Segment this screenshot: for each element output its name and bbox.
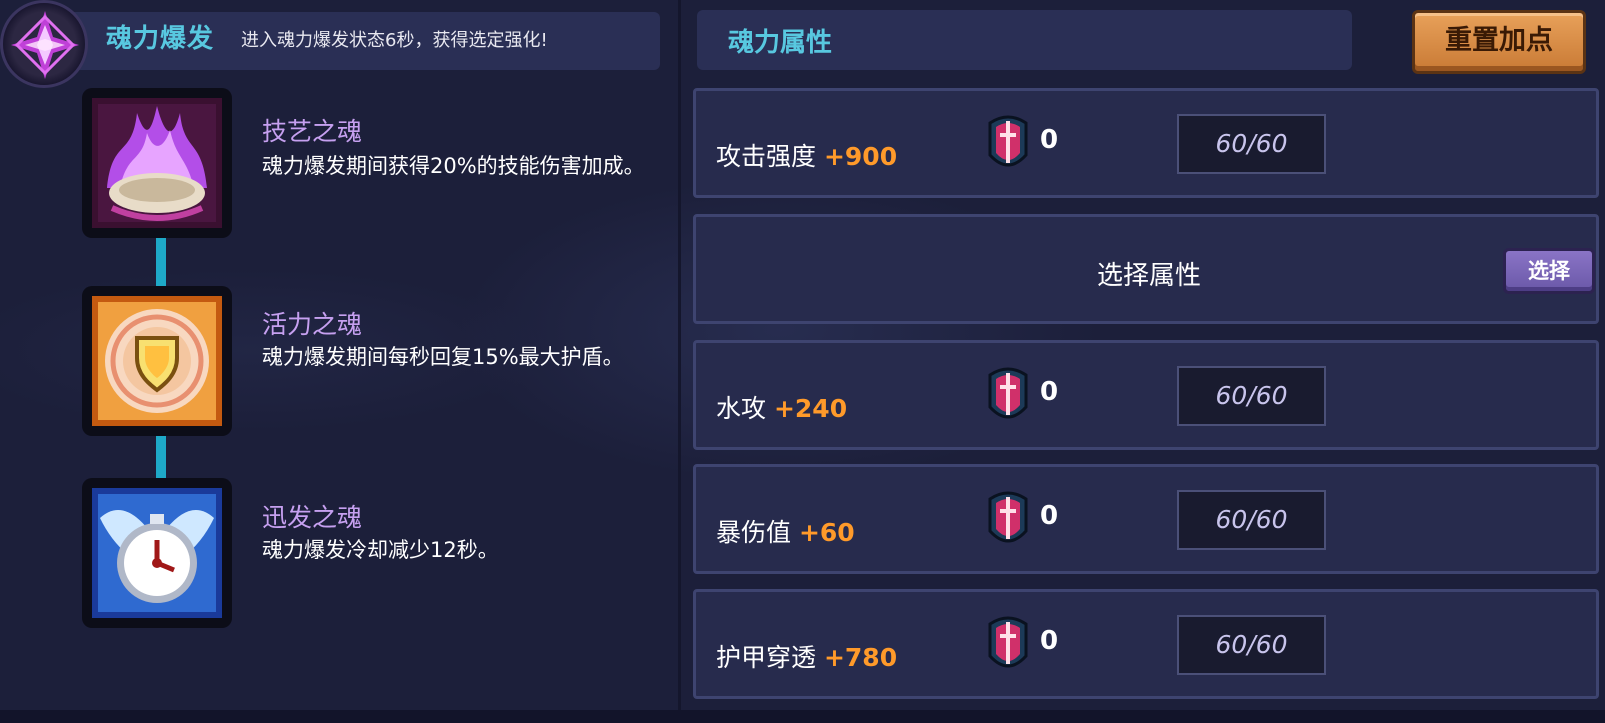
attribute-name: 水攻 bbox=[716, 394, 767, 423]
attribute-row-attack: 攻击强度 +900 0 60/60 bbox=[693, 88, 1599, 198]
attribute-label: 护甲穿透 +780 bbox=[716, 638, 897, 674]
soul-gem-icon bbox=[984, 365, 1032, 425]
soul-gem-icon bbox=[984, 614, 1032, 674]
attribute-cap: 60/60 bbox=[1177, 490, 1326, 550]
talent-description: 魂力爆发期间每秒回复15%最大护盾。 bbox=[262, 345, 624, 369]
talent-name: 技艺之魂 bbox=[262, 117, 363, 146]
soul-gem-icon bbox=[984, 489, 1032, 549]
panel-divider bbox=[678, 0, 681, 710]
attribute-name: 攻击强度 bbox=[716, 142, 817, 171]
select-attribute-label: 选择属性 bbox=[1096, 261, 1201, 291]
talent-skill-soul[interactable] bbox=[82, 88, 232, 238]
purple-flame-icon bbox=[92, 98, 222, 228]
choose-button[interactable]: 选择 bbox=[1503, 248, 1595, 294]
soul-burst-icon[interactable] bbox=[0, 0, 88, 88]
chain-link bbox=[156, 430, 166, 480]
soul-attributes-title: 魂力属性 bbox=[728, 28, 833, 58]
gem-count: 0 bbox=[1040, 125, 1059, 155]
talent-name: 迅发之魂 bbox=[262, 503, 363, 532]
attribute-cap: 60/60 bbox=[1177, 114, 1326, 174]
attribute-row-water-attack: 水攻 +240 0 60/60 bbox=[693, 340, 1599, 450]
attribute-bonus: +900 bbox=[823, 142, 898, 171]
attribute-label: 暴伤值 +60 bbox=[716, 513, 855, 549]
gem-count: 0 bbox=[1040, 501, 1059, 531]
attribute-bonus: +240 bbox=[773, 394, 848, 423]
soul-burst-subtitle: 进入魂力爆发状态6秒，获得选定强化! bbox=[241, 30, 548, 51]
attribute-cap: 60/60 bbox=[1177, 366, 1326, 426]
talent-vitality-soul[interactable] bbox=[82, 286, 232, 436]
winged-clock-icon bbox=[92, 488, 222, 618]
gem-count: 0 bbox=[1040, 626, 1059, 656]
talent-description: 魂力爆发冷却减少12秒。 bbox=[262, 538, 499, 562]
attribute-label: 攻击强度 +900 bbox=[716, 137, 897, 173]
talent-name: 活力之魂 bbox=[262, 310, 363, 339]
talent-swift-soul[interactable] bbox=[82, 478, 232, 628]
gem-count: 0 bbox=[1040, 377, 1059, 407]
soul-gem-icon bbox=[984, 113, 1032, 173]
bottom-border bbox=[0, 710, 1605, 723]
chain-link bbox=[156, 236, 166, 286]
golden-shield-icon bbox=[92, 296, 222, 426]
attribute-row-crit-damage: 暴伤值 +60 0 60/60 bbox=[693, 464, 1599, 574]
attribute-name: 护甲穿透 bbox=[716, 643, 817, 672]
attribute-cap: 60/60 bbox=[1177, 615, 1326, 675]
reset-points-button[interactable]: 重置加点 bbox=[1412, 10, 1586, 74]
attribute-row-armor-penetration: 护甲穿透 +780 0 60/60 bbox=[693, 589, 1599, 699]
attribute-label: 水攻 +240 bbox=[716, 389, 847, 425]
attribute-row-select: 选择属性 选择 bbox=[693, 214, 1599, 324]
talent-description: 魂力爆发期间获得20%的技能伤害加成。 bbox=[262, 154, 645, 178]
soul-burst-title: 魂力爆发 bbox=[106, 24, 215, 54]
attribute-name: 暴伤值 bbox=[716, 518, 792, 547]
attribute-bonus: +780 bbox=[823, 643, 898, 672]
attribute-bonus: +60 bbox=[798, 518, 855, 547]
